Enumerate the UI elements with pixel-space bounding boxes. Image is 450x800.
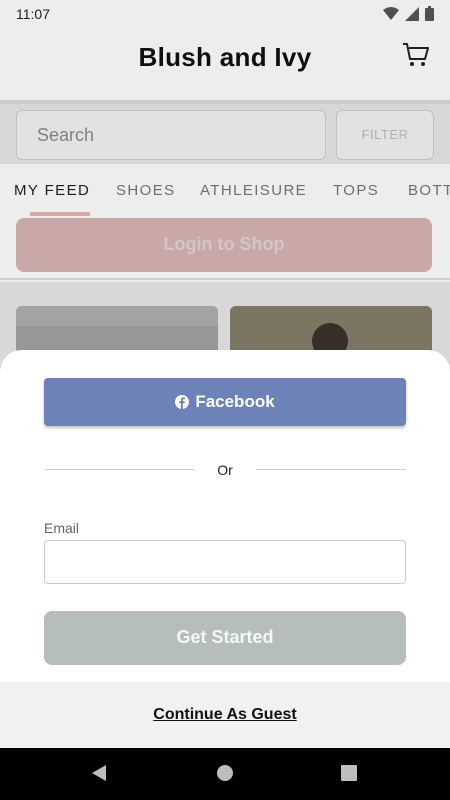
login-to-shop-label: Login to Shop <box>163 234 285 254</box>
filter-label: FILTER <box>361 127 409 142</box>
email-field[interactable] <box>44 540 406 584</box>
facebook-button-label: Facebook <box>195 392 275 411</box>
system-nav-bar <box>0 748 450 800</box>
section-divider <box>0 278 450 280</box>
tab-bottoms[interactable]: BOTT <box>408 182 450 199</box>
battery-icon <box>425 6 434 21</box>
search-input[interactable]: Search <box>16 110 326 160</box>
tab-tops[interactable]: TOPS <box>333 182 379 199</box>
status-time: 11:07 <box>16 6 50 22</box>
guest-area: Continue As Guest <box>0 682 450 748</box>
login-bottom-sheet: Facebook Or Email Get Started Continue A… <box>0 350 450 748</box>
or-divider: Or <box>44 458 406 482</box>
cart-button[interactable] <box>402 42 430 73</box>
facebook-login-button[interactable]: Facebook <box>44 378 406 426</box>
search-placeholder: Search <box>37 125 95 145</box>
get-started-button[interactable]: Get Started <box>44 611 406 665</box>
active-tab-indicator <box>30 212 90 216</box>
search-row: Search FILTER <box>0 104 450 164</box>
get-started-label: Get Started <box>176 627 274 647</box>
back-icon[interactable] <box>90 764 108 782</box>
recents-icon[interactable] <box>340 764 358 782</box>
or-text: Or <box>217 462 233 478</box>
facebook-icon <box>175 395 190 409</box>
tab-athleisure[interactable]: ATHLEISURE <box>200 182 307 199</box>
app-header: Blush and Ivy <box>0 28 450 88</box>
email-label: Email <box>44 520 80 536</box>
tab-shoes[interactable]: SHOES <box>116 182 176 199</box>
signal-icon <box>405 6 419 21</box>
cart-icon <box>403 43 429 66</box>
category-tabs: MY FEED SHOES ATHLEISURE TOPS BOTT <box>0 176 450 212</box>
login-to-shop-button[interactable]: Login to Shop <box>16 218 432 272</box>
app-title: Blush and Ivy <box>138 42 312 72</box>
divider-line <box>256 469 406 470</box>
filter-button[interactable]: FILTER <box>336 110 434 160</box>
home-icon[interactable] <box>216 764 234 782</box>
wifi-icon <box>383 6 399 20</box>
continue-as-guest-link[interactable]: Continue As Guest <box>0 706 450 724</box>
tab-my-feed[interactable]: MY FEED <box>14 182 90 199</box>
status-bar: 11:07 <box>0 0 450 28</box>
status-icons <box>383 6 434 21</box>
